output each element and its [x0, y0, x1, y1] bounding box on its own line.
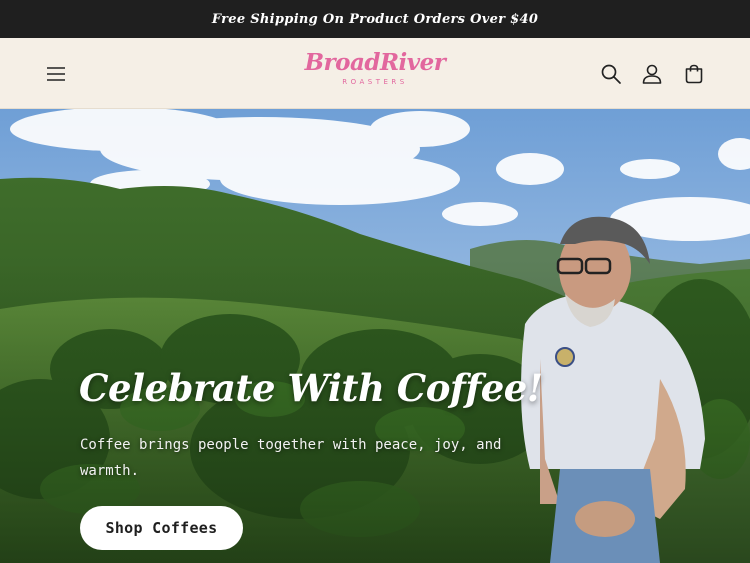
menu-icon [47, 67, 65, 81]
hero-image [0, 109, 750, 563]
cart-button[interactable] [679, 59, 709, 89]
search-button[interactable] [596, 59, 626, 89]
hero-title: Celebrate With Coffee! [79, 366, 543, 410]
cart-icon [685, 64, 703, 84]
shop-coffees-button[interactable]: Shop Coffees [80, 506, 243, 550]
hero-description: Coffee brings people together with peace… [80, 437, 502, 479]
logo-wordmark: BroadRiver [304, 49, 446, 76]
site-header: BroadRiver ROASTERS [0, 38, 750, 109]
account-icon [642, 64, 662, 84]
search-icon [601, 64, 621, 84]
account-button[interactable] [637, 59, 667, 89]
menu-button[interactable] [41, 59, 71, 89]
site-logo[interactable]: BroadRiver ROASTERS [300, 46, 450, 101]
announcement-bar: Free Shipping On Product Orders Over $40 [0, 0, 750, 38]
hero-banner: Celebrate With Coffee! Coffee brings peo… [0, 109, 750, 563]
announcement-text: Free Shipping On Product Orders Over $40 [211, 11, 539, 27]
